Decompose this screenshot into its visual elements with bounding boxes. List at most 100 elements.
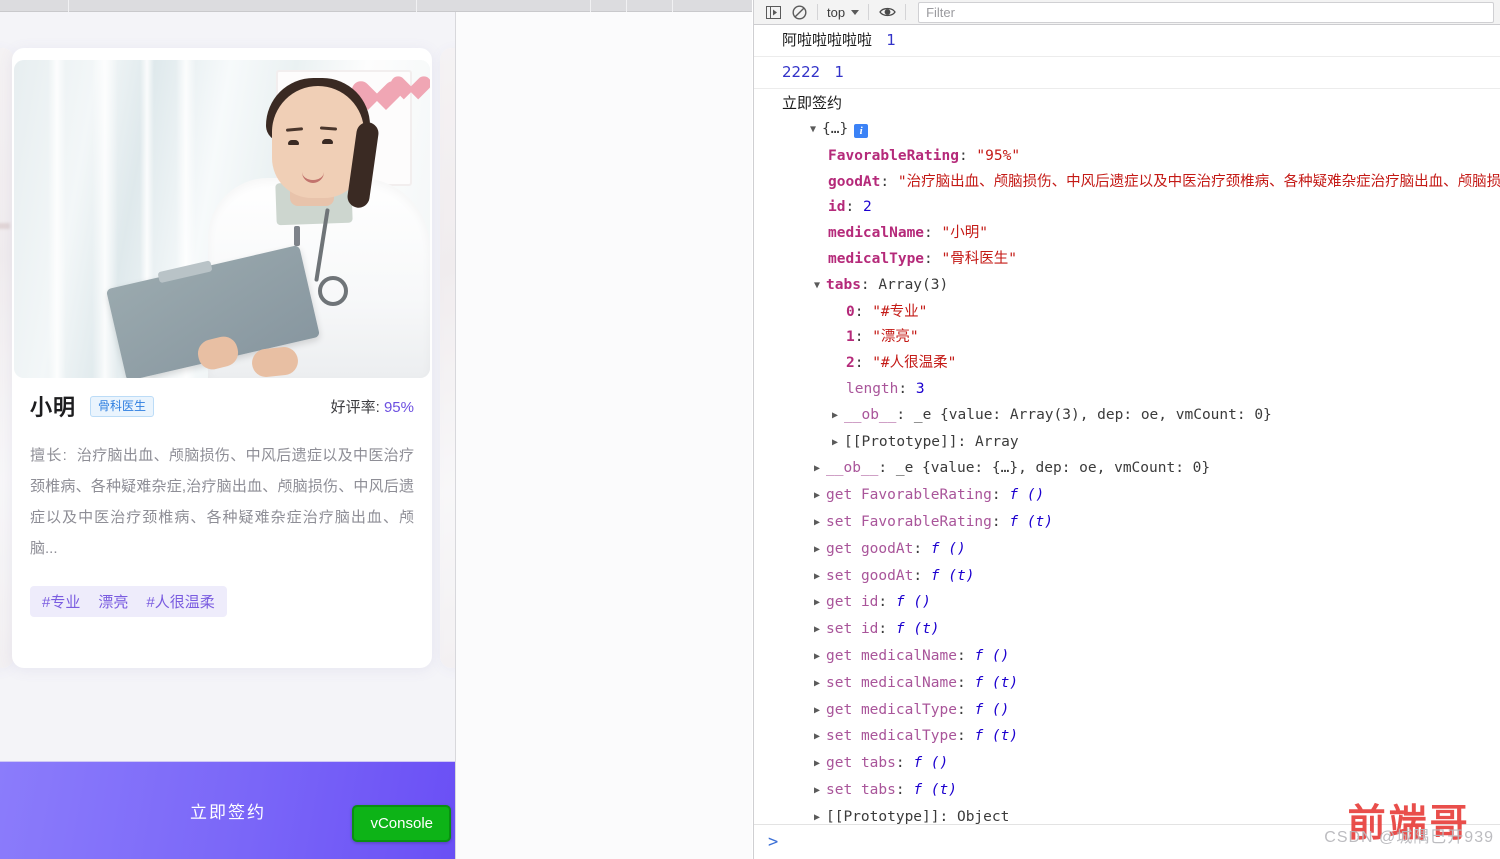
- accessor-row[interactable]: ▶ get medicalName: f (): [782, 644, 1500, 671]
- accessor-row[interactable]: ▶ set tabs: f (t): [782, 778, 1500, 805]
- property-value: 2: [862, 199, 872, 216]
- log-message: 阿啦啦啦啦啦: [782, 31, 873, 49]
- console-prompt[interactable]: >: [754, 824, 1500, 859]
- chevron-right-icon: ▶: [814, 463, 821, 475]
- object-root-toggle[interactable]: ▼ {…} i: [782, 117, 1500, 144]
- eye-icon[interactable]: [874, 2, 900, 22]
- doctor-name: 小明: [30, 395, 77, 420]
- array-length[interactable]: length: 3: [782, 377, 1500, 403]
- doctor-figure: [105, 78, 430, 378]
- carousel-peek-right[interactable]: [440, 48, 455, 668]
- accessor-row[interactable]: ▶ get FavorableRating: f (): [782, 483, 1500, 510]
- sign-now-label: 立即签约: [190, 803, 266, 822]
- accessor-name: FavorableRating: [860, 513, 992, 530]
- array-item[interactable]: 0: "#专业": [782, 300, 1500, 326]
- tabs-array-toggle[interactable]: ▼ tabs: Array(3): [782, 273, 1500, 300]
- accessor-name: goodAt: [860, 567, 914, 584]
- object-property[interactable]: medicalType: "骨科医生": [782, 247, 1500, 273]
- doctor-name-row: 小明 骨科医生 好评率: 95%: [30, 390, 414, 422]
- clear-console-icon[interactable]: [786, 2, 812, 22]
- accessor-kind: get: [826, 594, 853, 611]
- console-object-log[interactable]: 立即签约 ▼ {…} i FavorableRating: "95%" goodAt…: [754, 89, 1500, 825]
- chevron-right-icon: ▶: [814, 784, 821, 796]
- console-output[interactable]: 阿啦啦啦啦啦 1 2222 1 立即签约 ▼ {…} i FavorableRati…: [754, 25, 1500, 825]
- accessor-row[interactable]: ▶ get tabs: f (): [782, 751, 1500, 778]
- accessor-name: medicalType: [860, 701, 957, 718]
- prompt-chevron-icon: >: [768, 832, 779, 852]
- accessor-kind: get: [826, 540, 853, 557]
- chevron-right-icon: ▶: [814, 758, 821, 770]
- prototype-value: Array: [974, 433, 1019, 450]
- accessor-name: tabs: [860, 755, 896, 772]
- property-key: medicalName: [828, 225, 925, 242]
- chevron-right-icon: ▶: [832, 436, 839, 448]
- array-item[interactable]: 2: "#人很温柔": [782, 351, 1500, 377]
- prototype-key: [[Prototype]]: [844, 433, 958, 450]
- prototype-value: Object: [956, 808, 1010, 825]
- object-property[interactable]: medicalName: "小明": [782, 221, 1500, 247]
- accessor-name: medicalName: [860, 647, 957, 664]
- rating-row: 好评率: 95%: [331, 396, 414, 417]
- accessor-row[interactable]: ▶ set medicalType: f (t): [782, 724, 1500, 751]
- doctor-card[interactable]: 小明 骨科医生 好评率: 95% 擅长: 治疗脑出血、颅脑损伤、中风后遗症以及中…: [12, 48, 432, 668]
- observer-key: __ob__: [844, 406, 897, 423]
- log-message: 2222: [782, 63, 821, 81]
- accessor-kind: set: [826, 513, 853, 530]
- root-observer-row[interactable]: ▶ __ob__: _e {value: {…}, dep: oe, vmCoun…: [782, 456, 1500, 483]
- chevron-right-icon: ▶: [814, 543, 821, 555]
- tabs-prototype-row[interactable]: ▶ [[Prototype]]: Array: [782, 430, 1500, 457]
- observer-value: _e {value: {…}, dep: oe, vmCount: 0}: [895, 460, 1211, 477]
- log-count: 1: [834, 63, 845, 81]
- vconsole-button[interactable]: vConsole: [352, 805, 451, 842]
- accessor-row[interactable]: ▶ get medicalType: f (): [782, 698, 1500, 725]
- accessor-name: tabs: [860, 781, 896, 798]
- accessor-name: id: [860, 621, 879, 638]
- accessor-signature: f (): [895, 594, 931, 611]
- doctor-carousel[interactable]: 小明 骨科医生 好评率: 95% 擅长: 治疗脑出血、颅脑损伤、中风后遗症以及中…: [0, 36, 455, 668]
- filter-placeholder: Filter: [926, 4, 955, 20]
- specialty-text: 治疗脑出血、颅脑损伤、中风后遗症以及中医治疗颈椎病、各种疑难杂症,治疗脑出血、颅…: [30, 447, 414, 557]
- root-prototype-row[interactable]: ▶ [[Prototype]]: Object: [782, 805, 1500, 825]
- accessor-signature: f (): [930, 540, 966, 557]
- chevron-right-icon: ▶: [814, 811, 821, 823]
- rating-value: 95%: [383, 398, 414, 416]
- observer-value: _e {value: Array(3), dep: oe, vmCount: 0…: [913, 406, 1272, 423]
- property-value: "治疗脑出血、颅脑损伤、中风后遗症以及中医治疗颈椎病、各种疑难杂症治疗脑出血、颅…: [897, 173, 1500, 190]
- array-item[interactable]: 1: "漂亮": [782, 325, 1500, 351]
- chevron-expanded-icon: ▼: [814, 279, 821, 291]
- array-index: 1: [846, 329, 855, 346]
- chevron-right-icon: ▶: [832, 409, 839, 421]
- object-property[interactable]: goodAt: "治疗脑出血、颅脑损伤、中风后遗症以及中医治疗颈椎病、各种疑难杂…: [782, 170, 1500, 196]
- accessor-row[interactable]: ▶ set FavorableRating: f (t): [782, 510, 1500, 537]
- property-value: "95%": [976, 147, 1021, 164]
- doctor-tag[interactable]: #专业: [42, 591, 80, 612]
- chevron-expanded-icon: ▼: [810, 124, 817, 135]
- property-key: goodAt: [828, 173, 881, 190]
- context-selector[interactable]: top: [823, 5, 863, 20]
- accessor-name: goodAt: [860, 540, 914, 557]
- doctor-tag[interactable]: 漂亮: [98, 591, 128, 612]
- accessor-row[interactable]: ▶ set id: f (t): [782, 617, 1500, 644]
- accessor-kind: set: [826, 674, 853, 691]
- doctor-tag[interactable]: #人很温柔: [146, 591, 214, 612]
- object-property[interactable]: id: 2: [782, 195, 1500, 221]
- info-badge-icon: i: [854, 124, 869, 138]
- object-property[interactable]: FavorableRating: "95%": [782, 144, 1500, 170]
- accessor-row[interactable]: ▶ get id: f (): [782, 590, 1500, 617]
- accessor-name: medicalName: [860, 674, 957, 691]
- accessor-row[interactable]: ▶ get goodAt: f (): [782, 537, 1500, 564]
- accessor-row[interactable]: ▶ set medicalName: f (t): [782, 671, 1500, 698]
- observer-key: __ob__: [826, 460, 879, 477]
- doctor-specialty: 擅长: 治疗脑出血、颅脑损伤、中风后遗症以及中医治疗颈椎病、各种疑难杂症,治疗脑…: [30, 440, 414, 564]
- context-label: top: [827, 4, 846, 20]
- object-tree[interactable]: ▼ {…} i FavorableRating: "95%" goodAt: "治疗…: [782, 114, 1500, 825]
- mobile-viewport: 小明 骨科医生 好评率: 95% 擅长: 治疗脑出血、颅脑损伤、中风后遗症以及中…: [0, 12, 752, 859]
- accessor-row[interactable]: ▶ set goodAt: f (t): [782, 564, 1500, 591]
- tabs-observer-row[interactable]: ▶ __ob__: _e {value: Array(3), dep: oe, v…: [782, 403, 1500, 430]
- console-log-row[interactable]: 2222 1: [754, 57, 1500, 89]
- filter-input[interactable]: Filter: [918, 1, 1494, 23]
- prototype-key: [[Prototype]]: [826, 808, 940, 825]
- accessor-signature: f (): [1009, 487, 1045, 504]
- sidebar-toggle-icon[interactable]: [760, 2, 786, 22]
- console-log-row[interactable]: 阿啦啦啦啦啦 1: [754, 25, 1500, 57]
